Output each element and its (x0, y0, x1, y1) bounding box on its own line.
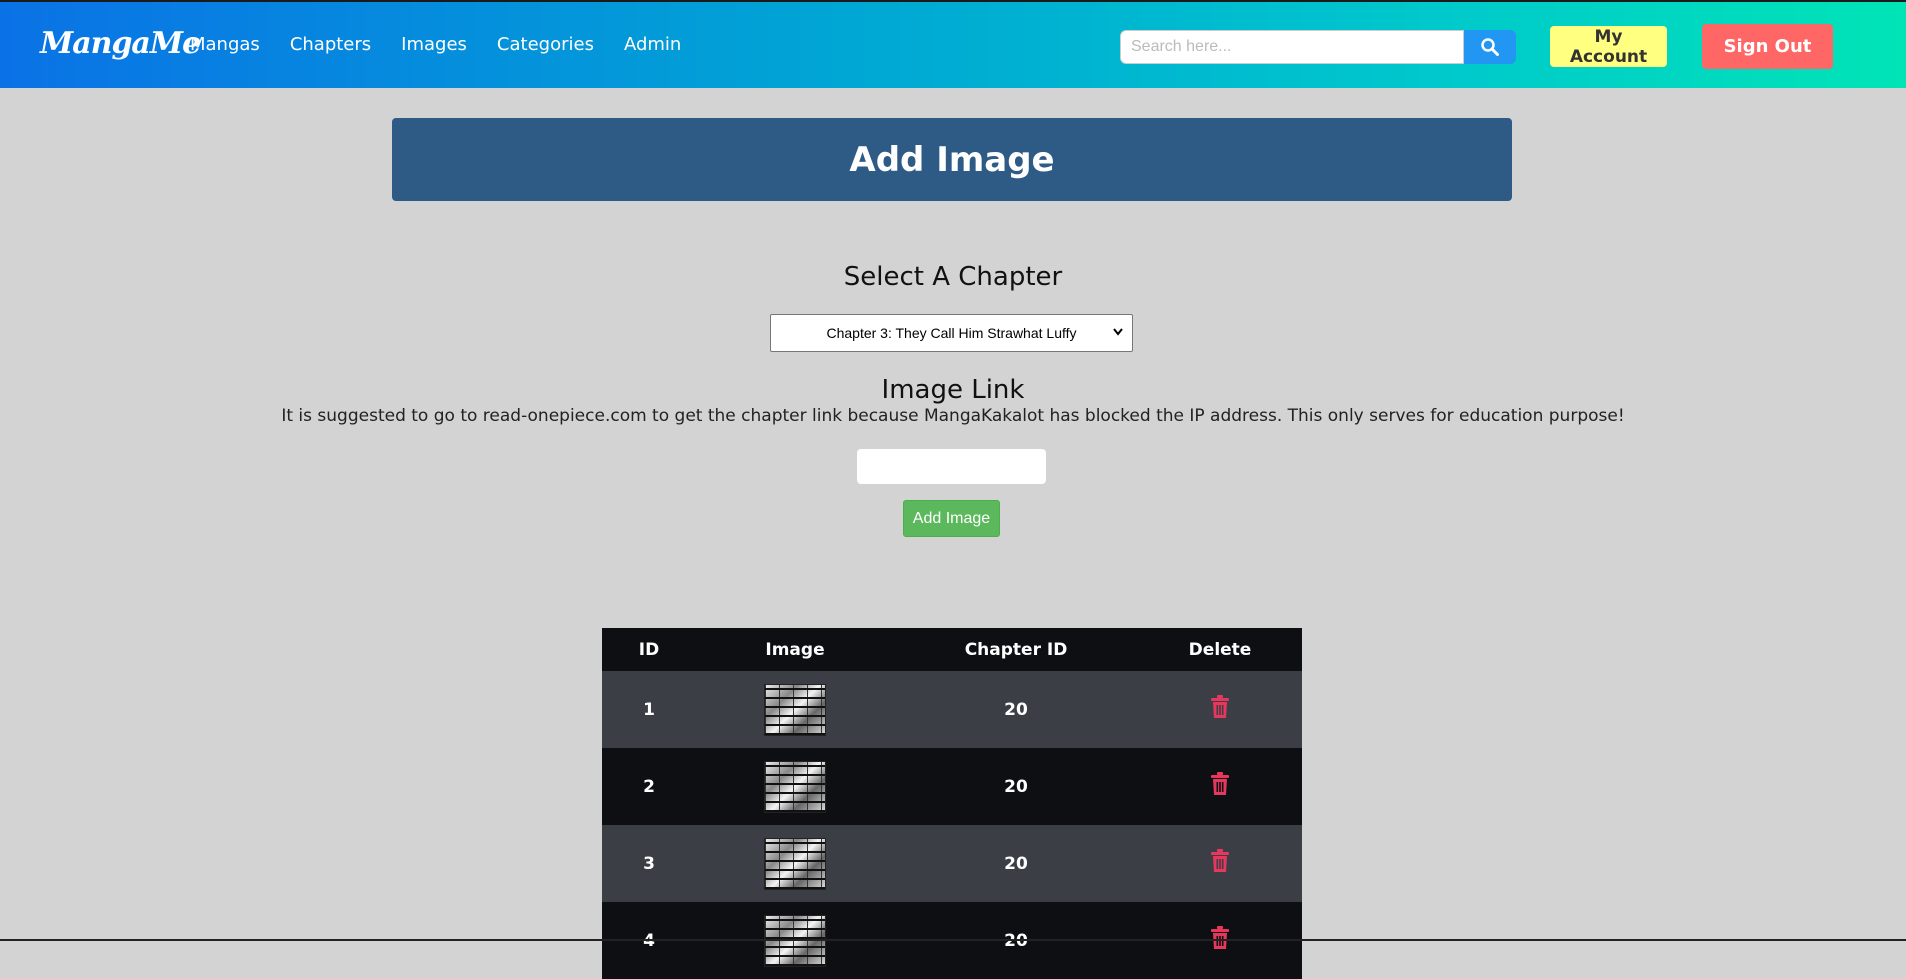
row-chapter-id: 20 (894, 671, 1138, 748)
top-navbar: MangaMe Mangas Chapters Images Categorie… (0, 0, 1906, 88)
manga-page-thumbnail[interactable] (764, 760, 826, 813)
manga-page-thumbnail[interactable] (764, 837, 826, 890)
table-row: 2 20 (602, 748, 1302, 825)
column-header-chapter-id: Chapter ID (894, 628, 1138, 671)
nav-link-categories[interactable]: Categories (497, 34, 594, 55)
sign-out-button[interactable]: Sign Out (1702, 24, 1833, 69)
site-logo[interactable]: MangaMe (40, 26, 201, 61)
column-header-image: Image (696, 628, 894, 671)
image-cell (696, 748, 894, 825)
column-header-id: ID (602, 628, 696, 671)
trash-icon[interactable] (1210, 849, 1230, 873)
image-link-input[interactable] (857, 449, 1046, 484)
nav-links: Mangas Chapters Images Categories Admin (190, 34, 711, 55)
trash-icon[interactable] (1210, 926, 1230, 950)
chapter-select-value: Chapter 3: They Call Him Strawhat Luffy (826, 325, 1077, 341)
image-link-note: It is suggested to go to read-onepiece.c… (281, 406, 1625, 426)
add-image-button[interactable]: Add Image (903, 500, 1000, 537)
trash-icon[interactable] (1210, 772, 1230, 796)
search-bar (1120, 30, 1516, 64)
delete-cell (1138, 825, 1302, 902)
image-link-heading: Image Link (881, 375, 1025, 405)
chevron-down-icon (1113, 328, 1123, 336)
row-id: 2 (602, 748, 696, 825)
page-title-banner: Add Image (392, 118, 1512, 201)
table-header-row: ID Image Chapter ID Delete (602, 628, 1302, 671)
chapter-select[interactable]: Chapter 3: They Call Him Strawhat Luffy (770, 314, 1133, 352)
manga-page-thumbnail[interactable] (764, 683, 826, 736)
image-cell (696, 671, 894, 748)
row-chapter-id: 20 (894, 748, 1138, 825)
row-id: 3 (602, 825, 696, 902)
delete-cell (1138, 748, 1302, 825)
table-row: 1 20 (602, 671, 1302, 748)
row-chapter-id: 20 (894, 825, 1138, 902)
search-button[interactable] (1464, 30, 1516, 64)
search-input[interactable] (1120, 30, 1464, 64)
search-icon (1481, 38, 1499, 56)
delete-cell (1138, 671, 1302, 748)
nav-link-chapters[interactable]: Chapters (290, 34, 371, 55)
my-account-button[interactable]: My Account (1550, 26, 1667, 67)
image-cell (696, 825, 894, 902)
nav-link-mangas[interactable]: Mangas (190, 34, 260, 55)
nav-link-images[interactable]: Images (401, 34, 467, 55)
trash-icon[interactable] (1210, 695, 1230, 719)
nav-link-admin[interactable]: Admin (624, 34, 681, 55)
select-chapter-heading: Select A Chapter (843, 262, 1063, 292)
column-header-delete: Delete (1138, 628, 1302, 671)
images-table: ID Image Chapter ID Delete 1 20 2 20 3 2… (602, 628, 1302, 979)
row-id: 1 (602, 671, 696, 748)
table-row: 3 20 (602, 825, 1302, 902)
